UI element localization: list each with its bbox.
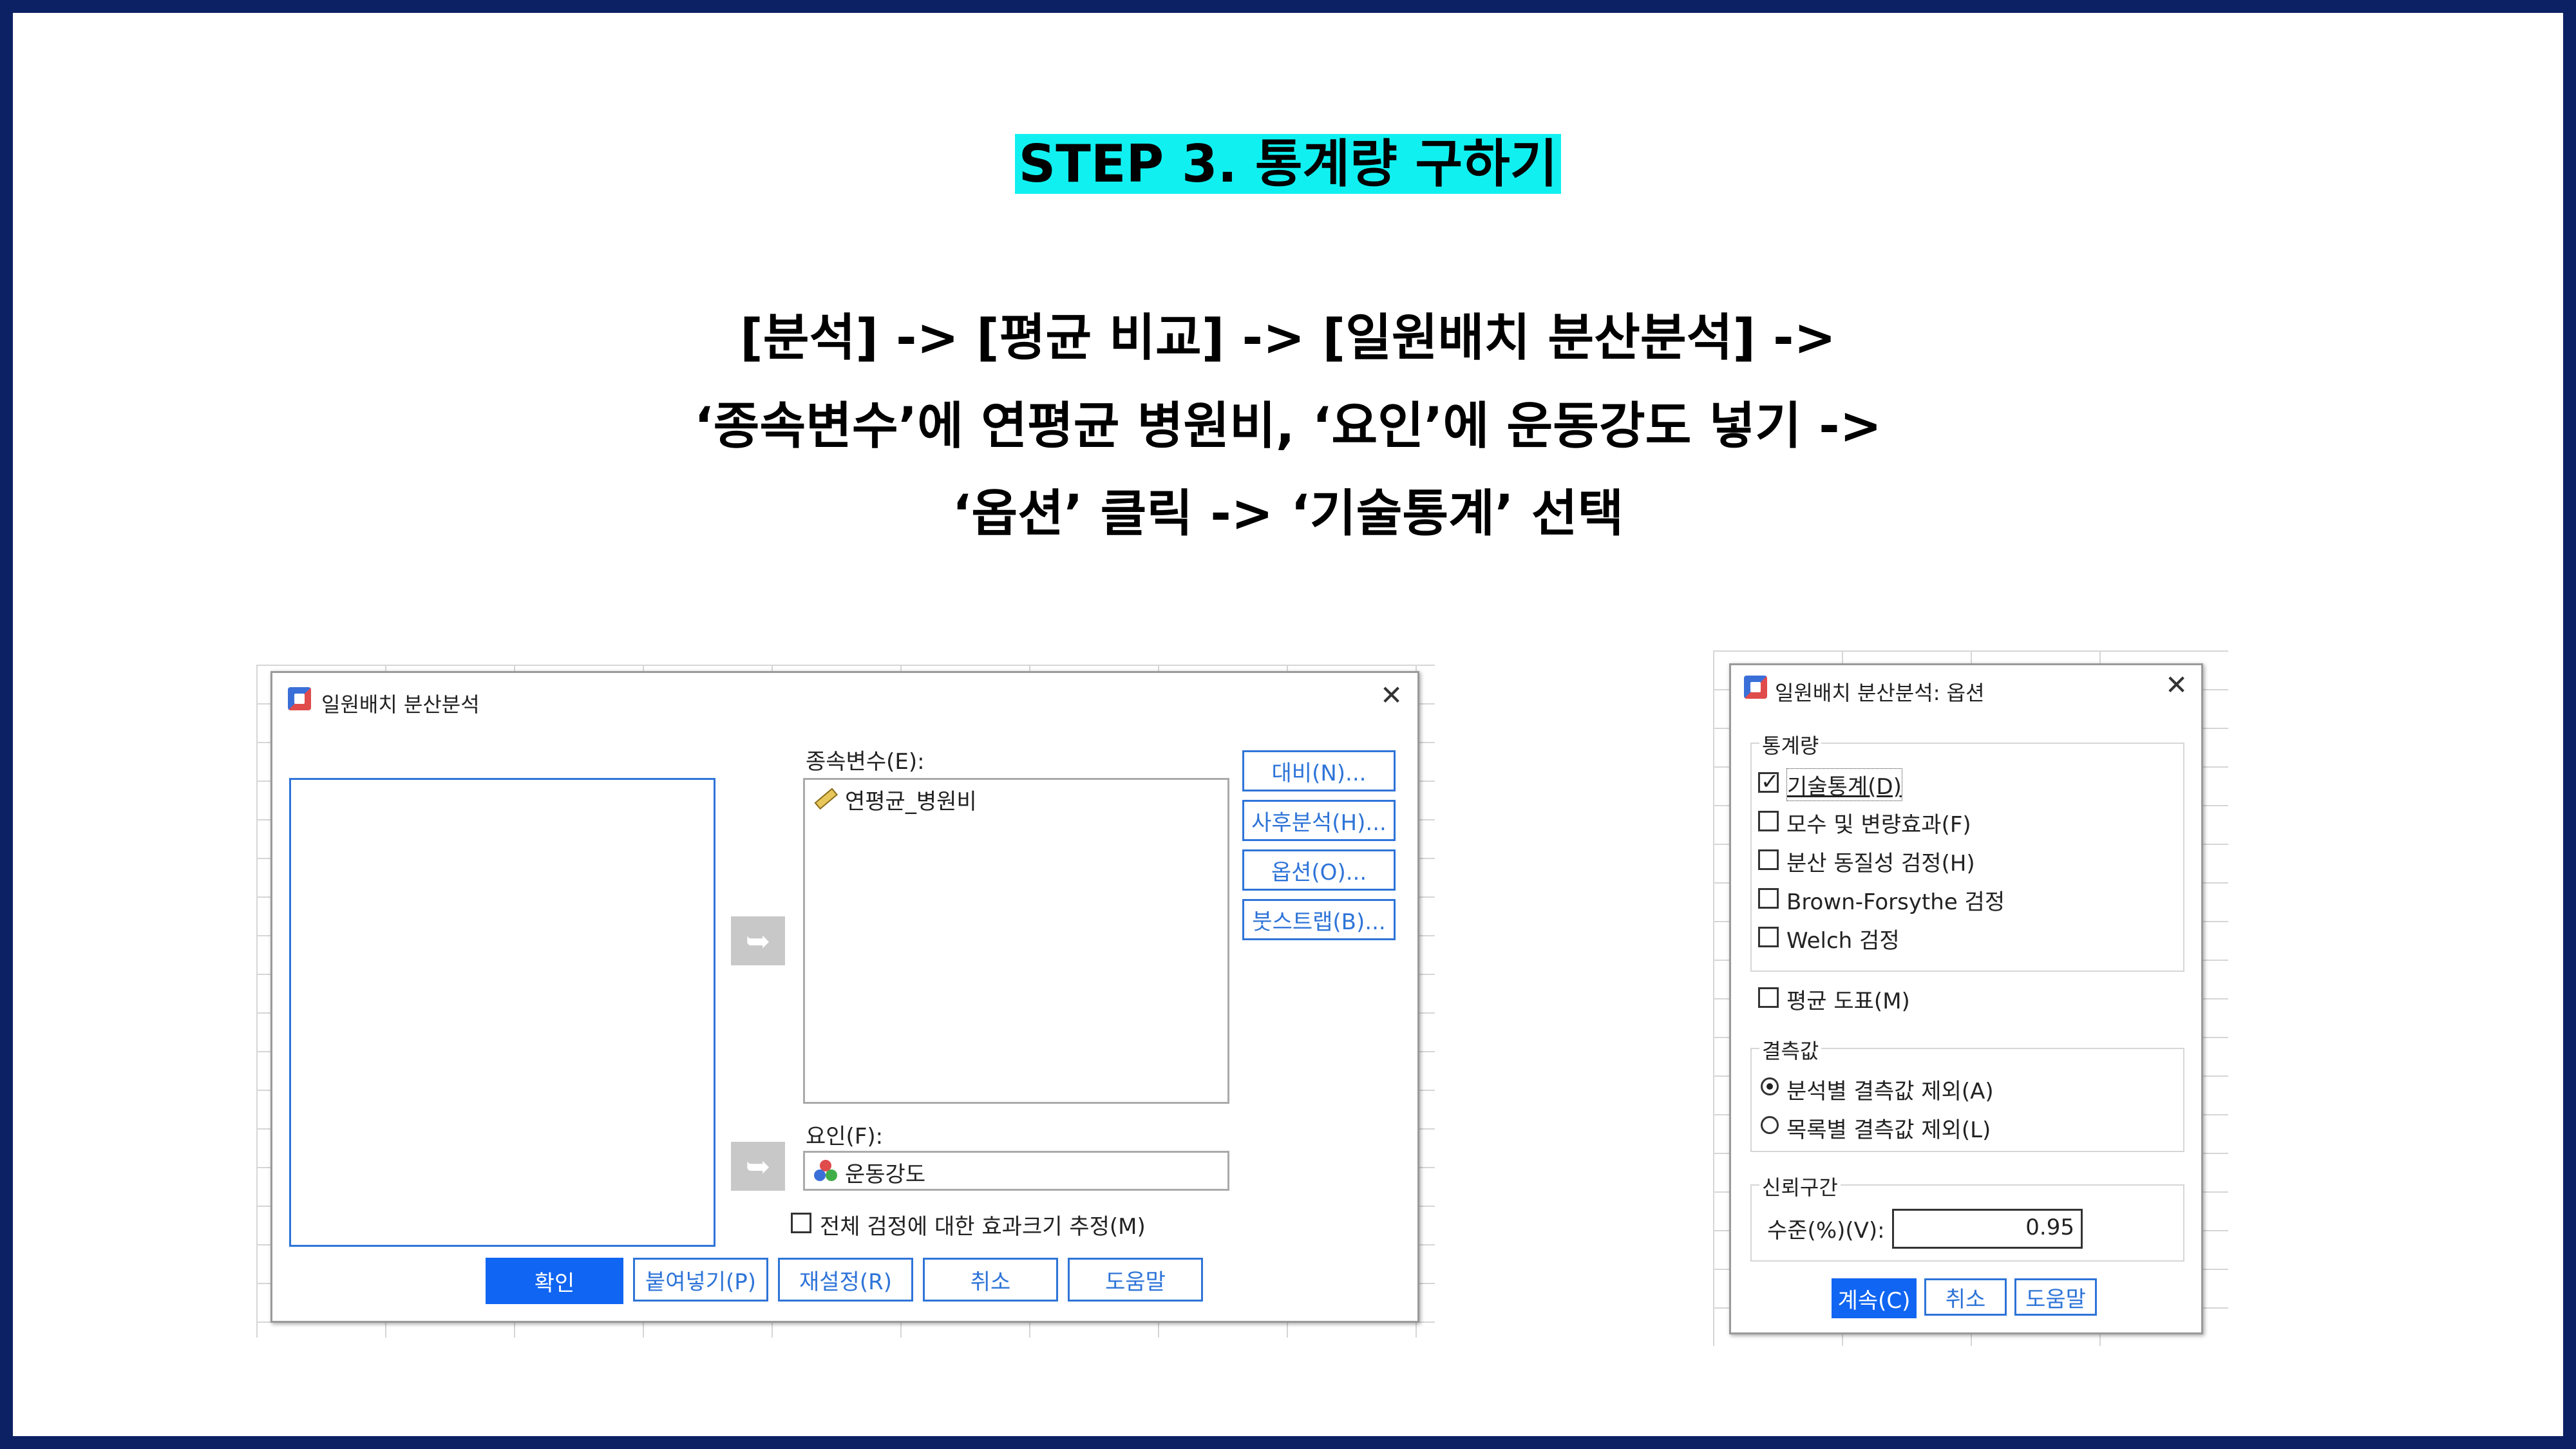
- means-plot-label: 평균 도표(M): [1786, 989, 1910, 1014]
- spss-app-icon: [288, 687, 311, 710]
- dependent-variable-list[interactable]: 연평균_병원비: [803, 778, 1229, 1104]
- continue-button[interactable]: 계속(C): [1832, 1278, 1917, 1318]
- options-help-button[interactable]: 도움말: [2014, 1278, 2097, 1316]
- slide-title-text: STEP 3. 통계량 구하기: [1014, 134, 1562, 194]
- means-plot-checkbox[interactable]: [1758, 987, 1779, 1008]
- fixed-random-effects-checkbox[interactable]: [1758, 811, 1779, 831]
- help-button[interactable]: 도움말: [1068, 1258, 1203, 1302]
- exclude-listwise-radio[interactable]: [1761, 1116, 1779, 1134]
- dependent-list-label: 종속변수(E):: [806, 749, 925, 775]
- scale-variable-ruler-icon: [813, 786, 838, 812]
- factor-variable-item[interactable]: 운동강도: [845, 1157, 925, 1188]
- confidence-level-value: 0.95: [2025, 1215, 2074, 1240]
- slide-title: STEP 3. 통계량 구하기: [13, 132, 2563, 196]
- effect-size-label: 전체 검정에 대한 효과크기 추정(M): [820, 1214, 1146, 1240]
- anova-dialog: 일원배치 분산분석 ✕ ➥ ➥ 종속변수(E): 연평균_병원비 요인(F): …: [270, 671, 1419, 1323]
- welch-label: Welch 검정: [1786, 928, 1900, 954]
- instruction-line-2: ‘종속변수’에 연평균 병원비, ‘요인’에 운동강도 넣기 ->: [694, 397, 1882, 455]
- statistics-group-label: 통계량: [1759, 730, 1822, 759]
- brown-forsythe-checkbox[interactable]: [1758, 888, 1779, 909]
- homogeneity-test-label: 분산 동질성 검정(H): [1786, 851, 1975, 876]
- paste-button[interactable]: 붙여넣기(P): [633, 1258, 768, 1302]
- fixed-random-effects-label: 모수 및 변량효과(F): [1786, 812, 1971, 838]
- instruction-line-3: ‘옵션’ 클릭 -> ‘기술통계’ 선택: [952, 485, 1624, 543]
- options-button[interactable]: 옵션(O)...: [1242, 849, 1396, 891]
- confidence-level-input[interactable]: 0.95: [1892, 1209, 2083, 1249]
- exclude-listwise-label: 목록별 결측값 제외(L): [1786, 1117, 1991, 1143]
- options-dialog: 일원배치 분산분석: 옵션 ✕ 통계량 기술통계(D) 모수 및 변량효과(F)…: [1729, 663, 2203, 1334]
- anova-dialog-title: 일원배치 분산분석: [321, 692, 480, 717]
- contrasts-button[interactable]: 대비(N)...: [1242, 750, 1396, 791]
- bootstrap-button[interactable]: 붓스트랩(B)...: [1242, 899, 1396, 940]
- ok-button[interactable]: 확인: [486, 1258, 623, 1304]
- arrow-right-icon: ➥: [745, 1149, 771, 1184]
- source-variable-list[interactable]: [289, 778, 715, 1247]
- descriptives-checkbox[interactable]: [1758, 769, 1779, 795]
- post-hoc-button[interactable]: 사후분석(H)...: [1242, 800, 1396, 841]
- factor-label: 요인(F):: [806, 1124, 884, 1150]
- spss-app-icon: [1744, 676, 1767, 699]
- move-to-factor-arrow-button[interactable]: ➥: [731, 1142, 785, 1191]
- welch-checkbox[interactable]: [1758, 927, 1779, 947]
- instruction-line-1: [분석] -> [평균 비교] -> [일원배치 분산분석] ->: [740, 309, 1836, 367]
- dependent-variable-item[interactable]: 연평균_병원비: [845, 784, 977, 815]
- confidence-interval-group-label: 신뢰구간: [1759, 1171, 1841, 1201]
- descriptives-label: 기술통계(D): [1786, 768, 1902, 801]
- cancel-button[interactable]: 취소: [923, 1258, 1058, 1302]
- missing-values-group-label: 결측값: [1759, 1035, 1822, 1065]
- options-cancel-button[interactable]: 취소: [1924, 1278, 2007, 1316]
- close-icon[interactable]: ✕: [2165, 672, 2188, 699]
- exclude-analysis-by-analysis-radio[interactable]: [1761, 1077, 1779, 1095]
- exclude-analysis-by-analysis-label: 분석별 결측값 제외(A): [1786, 1079, 1994, 1104]
- brown-forsythe-label: Brown-Forsythe 검정: [1786, 889, 2005, 915]
- close-icon[interactable]: ✕: [1380, 682, 1403, 709]
- confidence-level-label: 수준(%)(V):: [1767, 1218, 1885, 1244]
- factor-field[interactable]: 운동강도: [803, 1151, 1229, 1191]
- nominal-variable-icon: [813, 1158, 838, 1184]
- move-to-dependent-arrow-button[interactable]: ➥: [731, 916, 785, 965]
- effect-size-checkbox[interactable]: [791, 1213, 811, 1233]
- homogeneity-test-checkbox[interactable]: [1758, 849, 1779, 870]
- options-dialog-title: 일원배치 분산분석: 옵션: [1775, 681, 1985, 705]
- reset-button[interactable]: 재설정(R): [778, 1258, 913, 1302]
- arrow-right-icon: ➥: [745, 923, 771, 958]
